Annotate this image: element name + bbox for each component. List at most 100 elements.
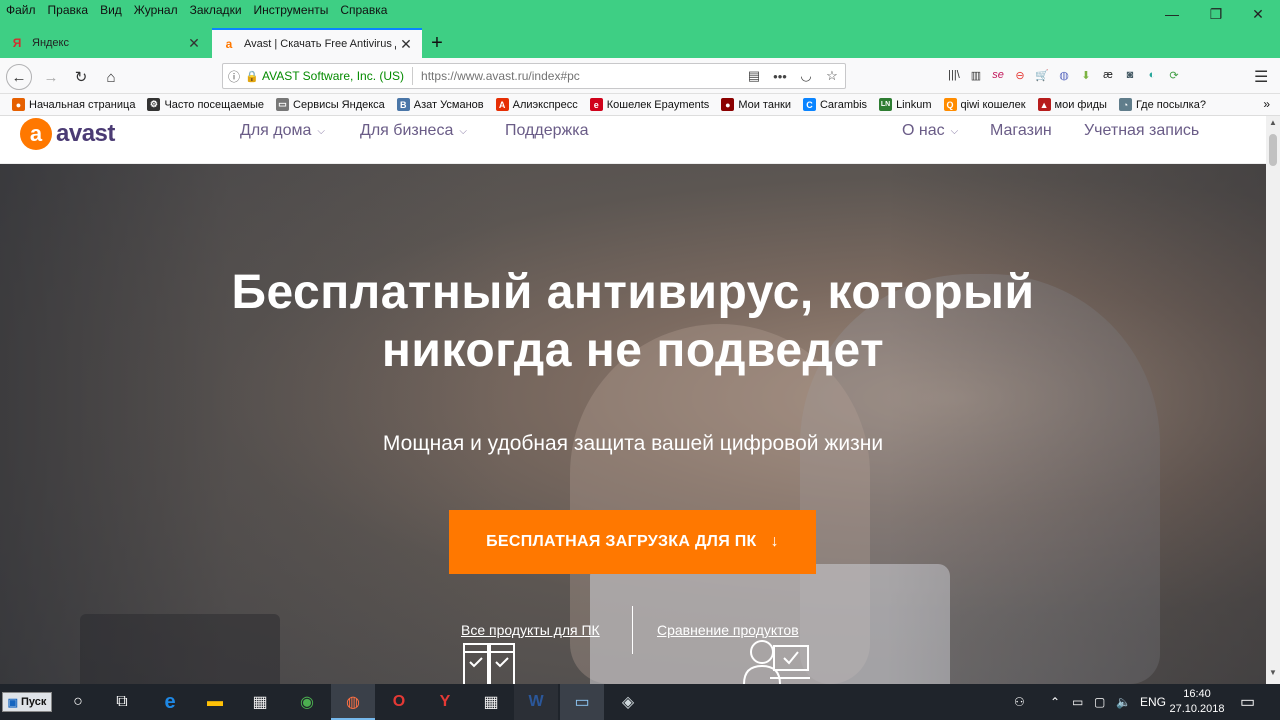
nav-support[interactable]: Поддержка bbox=[505, 122, 588, 140]
nav-store[interactable]: Магазин bbox=[990, 122, 1052, 140]
word-icon[interactable]: W bbox=[514, 684, 558, 720]
close-window-icon[interactable]: ✕ bbox=[1236, 0, 1280, 28]
bookmark-item[interactable]: LN Linkum bbox=[879, 98, 932, 111]
cta-label: БЕСПЛАТНАЯ ЗАГРУЗКА ДЛЯ ПК bbox=[486, 533, 757, 550]
forward-button[interactable]: → bbox=[38, 64, 64, 90]
menu-tools[interactable]: Инструменты bbox=[254, 3, 329, 17]
scroll-thumb[interactable] bbox=[1269, 134, 1277, 166]
yandex-browser-icon[interactable]: Y bbox=[423, 684, 467, 720]
task-view-icon[interactable]: ⧉ bbox=[100, 684, 144, 720]
calculator-icon[interactable]: ▦ bbox=[469, 684, 513, 720]
pocket-icon[interactable]: ◡ bbox=[793, 68, 819, 84]
restore-icon[interactable]: ❐ bbox=[1194, 0, 1238, 28]
scroll-down-icon[interactable]: ▼ bbox=[1266, 668, 1280, 682]
store-icon[interactable]: ▦ bbox=[238, 684, 282, 720]
start-button[interactable]: ▣ Пуск bbox=[2, 692, 52, 712]
nav-label: Поддержка bbox=[505, 122, 589, 139]
nav-account[interactable]: Учетная запись bbox=[1084, 122, 1199, 140]
bookmark-label: Linkum bbox=[896, 98, 932, 111]
info-icon[interactable]: ⓘ bbox=[223, 68, 245, 85]
menu-help[interactable]: Справка bbox=[340, 3, 387, 17]
free-download-button[interactable]: БЕСПЛАТНАЯ ЗАГРУЗКА ДЛЯ ПК ↓ bbox=[449, 510, 816, 574]
sidebar-icon[interactable]: ▥ bbox=[968, 66, 984, 84]
bookmark-star-icon[interactable]: ☆ bbox=[819, 68, 845, 84]
volume-icon[interactable]: 🔈 bbox=[1116, 684, 1131, 720]
opera-icon[interactable]: O bbox=[377, 684, 421, 720]
title-menubar: Файл Правка Вид Журнал Закладки Инструме… bbox=[0, 0, 1280, 28]
hero-headline: Бесплатный антивирус, который никогда не… bbox=[160, 264, 1106, 380]
minimize-icon[interactable]: — bbox=[1150, 0, 1194, 28]
toolbar-icons: |||\ ▥ se ⊖ 🛒 ◍ ⬇ æ ◙ ◐ ⟳ bbox=[946, 66, 1182, 84]
address-bar[interactable]: ⓘ 🔒 AVAST Software, Inc. (US) https://ww… bbox=[222, 63, 846, 89]
nav-business[interactable]: Для бизнеса ⌵ bbox=[360, 122, 467, 140]
bookmark-item[interactable]: ⚙ Часто посещаемые bbox=[147, 98, 264, 111]
reload-button[interactable]: ↻ bbox=[68, 64, 94, 90]
page-actions-icon[interactable]: ••• bbox=[767, 69, 793, 84]
menu-view[interactable]: Вид bbox=[100, 3, 122, 17]
menu-icon[interactable]: ☰ bbox=[1254, 67, 1268, 87]
bookmark-item[interactable]: ◔ Где посылка? bbox=[1118, 98, 1206, 111]
page-scrollbar[interactable]: ▲ ▼ bbox=[1266, 116, 1280, 684]
all-pc-products-link[interactable]: Все продукты для ПК bbox=[461, 622, 600, 638]
network-icon[interactable]: ▢ bbox=[1094, 684, 1105, 720]
edge-icon[interactable]: e bbox=[148, 684, 192, 720]
language-indicator[interactable]: ENG bbox=[1140, 684, 1166, 720]
url-separator bbox=[412, 67, 414, 85]
menu-file[interactable]: Файл bbox=[6, 3, 36, 17]
people-icon[interactable]: ⚇ bbox=[1014, 684, 1025, 720]
power-icon[interactable]: ▭ bbox=[1072, 684, 1083, 720]
scroll-up-icon[interactable]: ▲ bbox=[1266, 118, 1280, 132]
bookmark-item[interactable]: ● Мои танки bbox=[721, 98, 791, 111]
firefox-taskbar-icon[interactable]: ◍ bbox=[331, 684, 375, 720]
compare-products-link[interactable]: Сравнение продуктов bbox=[657, 622, 799, 638]
bookmark-item[interactable]: ● Начальная страница bbox=[12, 98, 135, 111]
bookmark-item[interactable]: A Алиэкспресс bbox=[495, 98, 578, 111]
display-icon[interactable]: ▭ bbox=[560, 684, 604, 720]
bookmark-item[interactable]: ▲ мои фиды bbox=[1037, 98, 1107, 111]
site-identity[interactable]: AVAST Software, Inc. (US) bbox=[262, 69, 404, 83]
library-icon[interactable]: |||\ bbox=[946, 66, 962, 84]
ae-extension-icon[interactable]: æ bbox=[1100, 66, 1116, 84]
url-text[interactable]: https://www.avast.ru/index#pc bbox=[421, 69, 741, 83]
bookmark-item[interactable]: Qqiwi кошелек bbox=[943, 98, 1026, 111]
bookmark-item[interactable]: e Кошелек Epayments bbox=[589, 98, 709, 111]
vpn-icon[interactable]: ◍ bbox=[1056, 66, 1072, 84]
bookmarks-overflow-icon[interactable]: » bbox=[1263, 97, 1270, 111]
home-button[interactable]: ⌂ bbox=[98, 64, 124, 90]
clock[interactable]: 16:40 27.10.2018 bbox=[1166, 687, 1228, 717]
app-icon[interactable]: ◈ bbox=[606, 684, 650, 720]
tray-chevron-up-icon[interactable]: ⌃ bbox=[1050, 684, 1060, 720]
notifications-icon[interactable]: ▭ bbox=[1240, 684, 1255, 720]
gear-icon: ⚙ bbox=[147, 98, 161, 111]
menu-bookmarks[interactable]: Закладки bbox=[190, 3, 242, 17]
screenshot-extension-icon[interactable]: ◙ bbox=[1122, 66, 1138, 84]
proxy-extension-icon[interactable]: ◐ bbox=[1144, 66, 1160, 84]
nav-home[interactable]: Для дома ⌵ bbox=[240, 122, 325, 140]
bookmark-label: Где посылка? bbox=[1135, 98, 1206, 111]
adblock-icon[interactable]: ⊖ bbox=[1012, 66, 1028, 84]
tab-yandex[interactable]: Я Яндекс ✕ bbox=[0, 28, 210, 58]
chrome-icon[interactable]: ◉ bbox=[285, 684, 329, 720]
tab-avast[interactable]: a Avast | Скачать Free Antivirus д ✕ bbox=[212, 28, 422, 58]
reader-view-icon[interactable]: ▤ bbox=[741, 68, 767, 84]
nav-about[interactable]: О нас ⌵ bbox=[902, 122, 958, 140]
cart-icon[interactable]: 🛒 bbox=[1034, 66, 1050, 84]
bookmark-item[interactable]: C Carambis bbox=[802, 98, 867, 111]
menu-history[interactable]: Журнал bbox=[134, 3, 178, 17]
avast-wordmark: avast bbox=[56, 120, 115, 147]
download-extension-icon[interactable]: ⬇ bbox=[1078, 66, 1094, 84]
tab-close-icon[interactable]: ✕ bbox=[184, 35, 204, 52]
menu-items: Файл Правка Вид Журнал Закладки Инструме… bbox=[6, 3, 387, 17]
file-explorer-icon[interactable]: ▬ bbox=[193, 684, 237, 720]
menu-edit[interactable]: Правка bbox=[48, 3, 89, 17]
tab-close-icon[interactable]: ✕ bbox=[396, 36, 416, 53]
seo-extension-icon[interactable]: se bbox=[990, 66, 1006, 84]
bookmark-label: Часто посещаемые bbox=[164, 98, 265, 111]
back-button[interactable]: ← bbox=[6, 64, 32, 90]
bookmark-folder[interactable]: ▭ Сервисы Яндекса bbox=[276, 98, 385, 111]
avast-logo[interactable]: a avast bbox=[20, 118, 115, 150]
search-icon[interactable]: ○ bbox=[56, 684, 100, 720]
sync-extension-icon[interactable]: ⟳ bbox=[1166, 66, 1182, 84]
bookmark-item[interactable]: В Азат Усманов bbox=[396, 98, 484, 111]
new-tab-button[interactable]: + bbox=[426, 28, 448, 58]
